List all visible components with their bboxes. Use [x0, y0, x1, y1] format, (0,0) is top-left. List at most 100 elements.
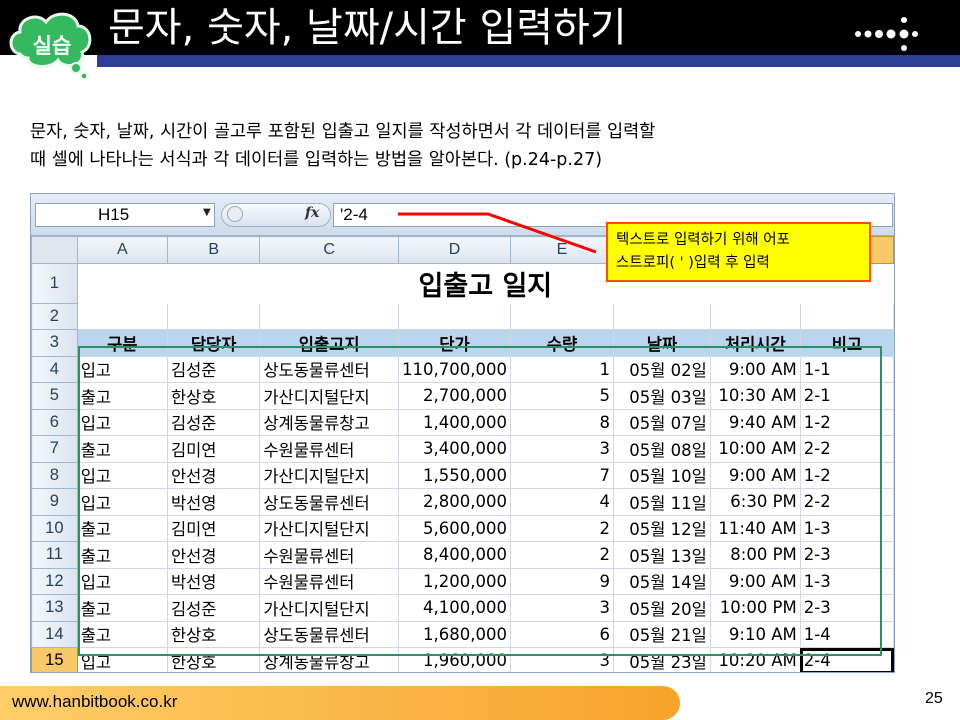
row-header[interactable]: 1 [31, 262, 78, 304]
empty-cell[interactable] [709, 302, 801, 330]
table-cell[interactable]: 입고 [76, 647, 168, 672]
table-cell[interactable]: 9:10 AM [709, 620, 801, 648]
table-cell[interactable]: 출고 [76, 382, 168, 410]
table-cell[interactable]: 05월 12일 [613, 514, 711, 542]
table-cell[interactable]: 한상호 [166, 382, 261, 410]
table-cell[interactable]: 입고 [76, 461, 168, 489]
header-cell-manager[interactable]: 담당자 [166, 329, 261, 357]
table-cell[interactable]: 안선경 [166, 461, 261, 489]
table-cell[interactable]: 2,800,000 [397, 488, 511, 516]
table-cell[interactable]: 05월 13일 [613, 541, 711, 569]
table-cell[interactable]: 수원물류센터 [259, 435, 399, 463]
row-header[interactable]: 4 [31, 355, 78, 383]
table-cell[interactable]: 05월 23일 [613, 647, 711, 672]
empty-cell[interactable] [76, 302, 168, 330]
table-cell[interactable]: 05월 14일 [613, 567, 711, 595]
active-cell[interactable]: 2-4 [799, 647, 894, 672]
header-cell-location[interactable]: 입출고지 [259, 329, 399, 357]
table-cell[interactable]: 8:00 PM [709, 541, 801, 569]
table-cell[interactable]: 05월 08일 [613, 435, 711, 463]
table-cell[interactable]: 2,700,000 [397, 382, 511, 410]
table-cell[interactable]: 1-2 [799, 461, 894, 489]
table-cell[interactable]: 상도동물류센터 [259, 355, 399, 383]
table-cell[interactable]: 김성준 [166, 355, 261, 383]
table-cell[interactable]: 05월 21일 [613, 620, 711, 648]
table-cell[interactable]: 05월 02일 [613, 355, 711, 383]
footer-url[interactable]: www.hanbitbook.co.kr [12, 692, 177, 712]
row-header[interactable]: 5 [31, 382, 78, 410]
table-cell[interactable]: 1,400,000 [397, 408, 511, 436]
table-cell[interactable]: 상계동물류창고 [259, 408, 399, 436]
row-header[interactable]: 10 [31, 514, 78, 542]
table-cell[interactable]: 05월 20일 [613, 594, 711, 622]
table-cell[interactable]: 김미연 [166, 435, 261, 463]
empty-cell[interactable] [509, 302, 615, 330]
column-header[interactable]: E [509, 236, 615, 264]
table-cell[interactable]: 출고 [76, 594, 168, 622]
row-header[interactable]: 12 [31, 567, 78, 595]
table-cell[interactable]: 수원물류센터 [259, 567, 399, 595]
table-cell[interactable]: 출고 [76, 435, 168, 463]
table-cell[interactable]: 출고 [76, 620, 168, 648]
table-cell[interactable]: 4 [509, 488, 615, 516]
table-cell[interactable]: 9:00 AM [709, 461, 801, 489]
table-cell[interactable]: 3,400,000 [397, 435, 511, 463]
table-cell[interactable]: 3 [509, 435, 615, 463]
table-cell[interactable]: 입고 [76, 355, 168, 383]
table-cell[interactable]: 김성준 [166, 594, 261, 622]
header-cell-price[interactable]: 단가 [397, 329, 511, 357]
table-cell[interactable]: 상도동물류센터 [259, 620, 399, 648]
table-cell[interactable]: 1,200,000 [397, 567, 511, 595]
table-cell[interactable]: 상계동물류창고 [259, 647, 399, 672]
table-cell[interactable]: 6 [509, 620, 615, 648]
table-cell[interactable]: 8 [509, 408, 615, 436]
table-cell[interactable]: 9 [509, 567, 615, 595]
table-cell[interactable]: 2-2 [799, 435, 894, 463]
table-cell[interactable]: 안선경 [166, 541, 261, 569]
table-cell[interactable]: 1-3 [799, 567, 894, 595]
table-cell[interactable]: 2 [509, 514, 615, 542]
table-cell[interactable]: 수원물류센터 [259, 541, 399, 569]
column-header[interactable]: C [259, 236, 399, 264]
table-cell[interactable]: 9:00 AM [709, 355, 801, 383]
table-cell[interactable]: 10:00 AM [709, 435, 801, 463]
column-header[interactable]: D [397, 236, 511, 264]
table-cell[interactable]: 2-3 [799, 594, 894, 622]
table-cell[interactable]: 박선영 [166, 488, 261, 516]
table-cell[interactable]: 1 [509, 355, 615, 383]
table-cell[interactable]: 110,700,000 [397, 355, 511, 383]
table-cell[interactable]: 05월 07일 [613, 408, 711, 436]
table-cell[interactable]: 9:00 AM [709, 567, 801, 595]
table-cell[interactable]: 1-3 [799, 514, 894, 542]
table-cell[interactable]: 가산디지털단지 [259, 594, 399, 622]
formula-bar-handle-icon[interactable] [227, 206, 243, 222]
row-header[interactable]: 7 [31, 435, 78, 463]
empty-cell[interactable] [799, 302, 894, 330]
select-all-corner[interactable] [31, 236, 78, 264]
table-cell[interactable]: 9:40 AM [709, 408, 801, 436]
row-header[interactable]: 13 [31, 594, 78, 622]
table-cell[interactable]: 2 [509, 541, 615, 569]
table-cell[interactable]: 박선영 [166, 567, 261, 595]
table-cell[interactable]: 4,100,000 [397, 594, 511, 622]
table-cell[interactable]: 가산디지털단지 [259, 382, 399, 410]
table-cell[interactable]: 가산디지털단지 [259, 514, 399, 542]
table-cell[interactable]: 1,960,000 [397, 647, 511, 672]
table-cell[interactable]: 출고 [76, 541, 168, 569]
row-header[interactable]: 11 [31, 541, 78, 569]
header-cell-time[interactable]: 처리시간 [709, 329, 801, 357]
header-cell-date[interactable]: 날짜 [613, 329, 711, 357]
table-cell[interactable]: 김미연 [166, 514, 261, 542]
row-header[interactable]: 2 [31, 302, 78, 330]
table-cell[interactable]: 입고 [76, 408, 168, 436]
name-box[interactable]: H15 [35, 203, 215, 227]
table-cell[interactable]: 05월 10일 [613, 461, 711, 489]
table-cell[interactable]: 1-2 [799, 408, 894, 436]
table-cell[interactable]: 3 [509, 647, 615, 672]
table-cell[interactable]: 상도동물류센터 [259, 488, 399, 516]
table-cell[interactable]: 출고 [76, 514, 168, 542]
table-cell[interactable]: 1-1 [799, 355, 894, 383]
header-cell-note[interactable]: 비고 [799, 329, 894, 357]
table-cell[interactable]: 1-4 [799, 620, 894, 648]
table-cell[interactable]: 05월 11일 [613, 488, 711, 516]
